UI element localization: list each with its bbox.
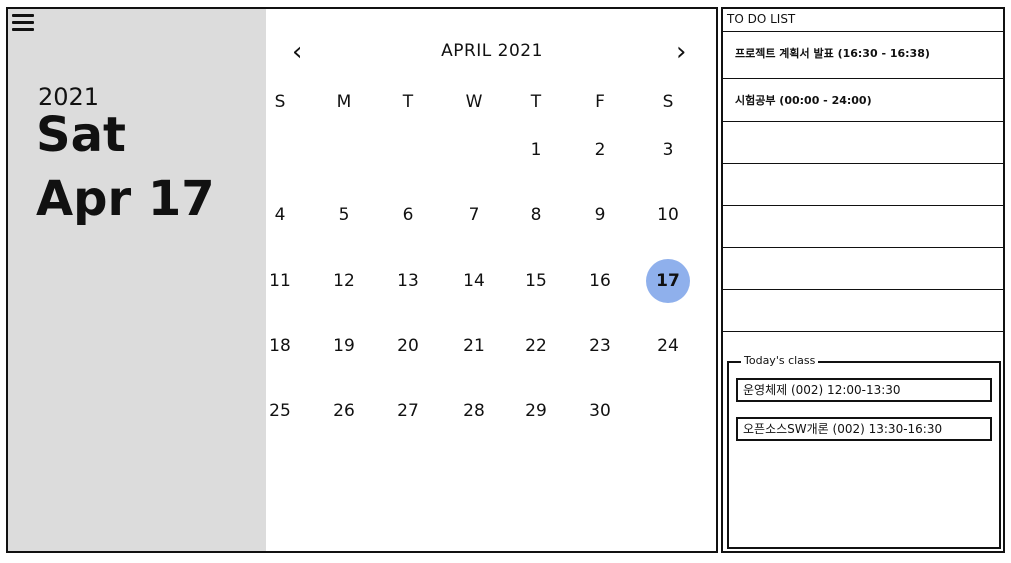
calendar-day[interactable]: 1 — [516, 130, 556, 170]
weekday-header: S — [662, 92, 674, 112]
calendar-day[interactable]: 23 — [580, 326, 620, 366]
weekday-header: M — [336, 92, 352, 112]
hamburger-icon[interactable] — [12, 12, 34, 32]
calendar-day[interactable]: 28 — [454, 391, 494, 431]
calendar-day[interactable]: 10 — [648, 195, 688, 235]
month-title: APRIL 2021 — [441, 41, 543, 61]
todays-class-box: Today's class 운영체제 (002) 12:00-13:30 오픈소스… — [727, 354, 1001, 549]
weekday-header: F — [595, 92, 605, 112]
todo-divider — [723, 247, 1003, 248]
weekday-header: S — [274, 92, 286, 112]
todo-title: TO DO LIST — [727, 12, 796, 26]
class-item[interactable]: 운영체제 (002) 12:00-13:30 — [736, 378, 992, 402]
todo-item[interactable]: 프로젝트 계획서 발표 (16:30 - 16:38) — [735, 45, 930, 61]
weekday-header: W — [465, 92, 483, 112]
calendar-day[interactable]: 16 — [580, 261, 620, 301]
selected-weekday: Sat — [36, 107, 126, 163]
calendar-header: ‹ APRIL 2021 › — [266, 37, 718, 67]
selected-date: Apr 17 — [36, 171, 215, 227]
calendar-day[interactable]: 6 — [388, 195, 428, 235]
todo-divider — [723, 121, 1003, 122]
calendar-day[interactable]: 5 — [324, 195, 364, 235]
calendar-day[interactable]: 24 — [648, 326, 688, 366]
todo-divider — [723, 31, 1003, 32]
main-frame: 2021 Sat Apr 17 ‹ APRIL 2021 › SMTWTFS12… — [6, 7, 718, 553]
calendar-day[interactable]: 27 — [388, 391, 428, 431]
class-item[interactable]: 오픈소스SW개론 (002) 13:30-16:30 — [736, 417, 992, 441]
todo-panel: TO DO LIST 프로젝트 계획서 발표 (16:30 - 16:38) 시험… — [721, 7, 1005, 553]
calendar-day[interactable]: 13 — [388, 261, 428, 301]
calendar-day[interactable]: 22 — [516, 326, 556, 366]
calendar-day[interactable]: 14 — [454, 261, 494, 301]
chevron-right-icon[interactable]: › — [676, 39, 686, 65]
calendar-day[interactable]: 20 — [388, 326, 428, 366]
calendar-day[interactable]: 3 — [648, 130, 688, 170]
calendar-day[interactable]: 21 — [454, 326, 494, 366]
weekday-header: T — [402, 92, 414, 112]
todo-divider — [723, 78, 1003, 79]
weekday-header: T — [530, 92, 542, 112]
calendar-day[interactable]: 18 — [260, 326, 300, 366]
todays-class-legend: Today's class — [741, 354, 819, 367]
calendar-day[interactable]: 4 — [260, 195, 300, 235]
calendar-day[interactable]: 30 — [580, 391, 620, 431]
calendar-day[interactable]: 25 — [260, 391, 300, 431]
todo-divider — [723, 163, 1003, 164]
todo-item[interactable]: 시험공부 (00:00 - 24:00) — [735, 92, 872, 108]
calendar-day-selected[interactable]: 17 — [646, 259, 690, 303]
calendar-day[interactable]: 9 — [580, 195, 620, 235]
calendar-day[interactable]: 7 — [454, 195, 494, 235]
calendar-day[interactable]: 15 — [516, 261, 556, 301]
calendar-day[interactable]: 19 — [324, 326, 364, 366]
calendar-day[interactable]: 12 — [324, 261, 364, 301]
date-summary-pane: 2021 Sat Apr 17 — [8, 9, 266, 551]
calendar-day[interactable]: 29 — [516, 391, 556, 431]
calendar-day[interactable]: 8 — [516, 195, 556, 235]
todo-divider — [723, 289, 1003, 290]
todo-divider — [723, 331, 1003, 332]
calendar-day[interactable]: 26 — [324, 391, 364, 431]
todo-divider — [723, 205, 1003, 206]
calendar-day[interactable]: 11 — [260, 261, 300, 301]
calendar-day[interactable]: 2 — [580, 130, 620, 170]
